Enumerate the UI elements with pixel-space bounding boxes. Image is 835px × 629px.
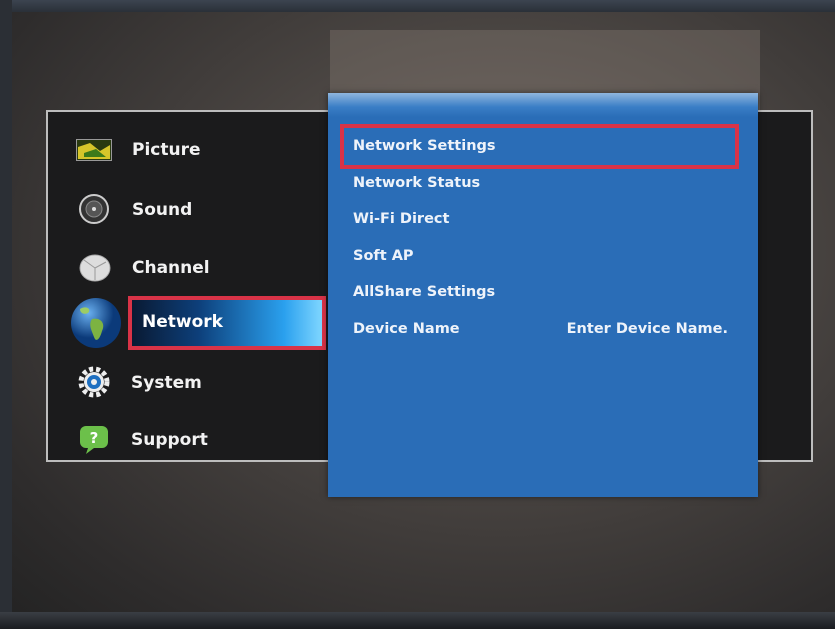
menu-item-channel[interactable]: Channel [48, 248, 328, 288]
picture-icon [76, 139, 112, 161]
menu-item-label: Network [142, 312, 223, 332]
tv-frame-bottom [0, 612, 835, 629]
submenu-item-wifi-direct[interactable]: Wi-Fi Direct [353, 211, 449, 227]
menu-item-picture[interactable]: Picture [48, 130, 328, 170]
submenu-item-soft-ap[interactable]: Soft AP [353, 248, 414, 264]
gear-icon [78, 366, 110, 398]
tv-frame-left [0, 0, 12, 629]
device-name-value: Enter Device Name. [566, 321, 728, 337]
menu-item-system[interactable]: System [48, 363, 328, 403]
help-bubble-icon: ? [80, 426, 108, 454]
menu-item-label: Picture [132, 140, 201, 160]
menu-item-support[interactable]: ? Support [48, 420, 328, 460]
satellite-dish-icon [79, 254, 111, 282]
network-submenu: Network Settings Network Status Wi-Fi Di… [328, 93, 758, 497]
menu-item-label: Channel [132, 258, 210, 278]
menu-item-sound[interactable]: Sound [48, 190, 328, 230]
svg-text:?: ? [90, 429, 99, 447]
submenu-item-device-name[interactable]: Device Name [353, 321, 460, 337]
globe-icon [71, 298, 121, 348]
menu-item-label: Sound [132, 200, 193, 220]
tv-frame-top [0, 0, 835, 12]
menu-item-network[interactable]: Network [128, 296, 326, 350]
submenu-item-allshare-settings[interactable]: AllShare Settings [353, 284, 495, 300]
speaker-icon [79, 194, 109, 224]
menu-item-label: Support [131, 430, 208, 450]
submenu-item-network-status[interactable]: Network Status [353, 175, 480, 191]
menu-item-label: System [131, 373, 202, 393]
submenu-item-network-settings[interactable]: Network Settings [353, 138, 496, 154]
